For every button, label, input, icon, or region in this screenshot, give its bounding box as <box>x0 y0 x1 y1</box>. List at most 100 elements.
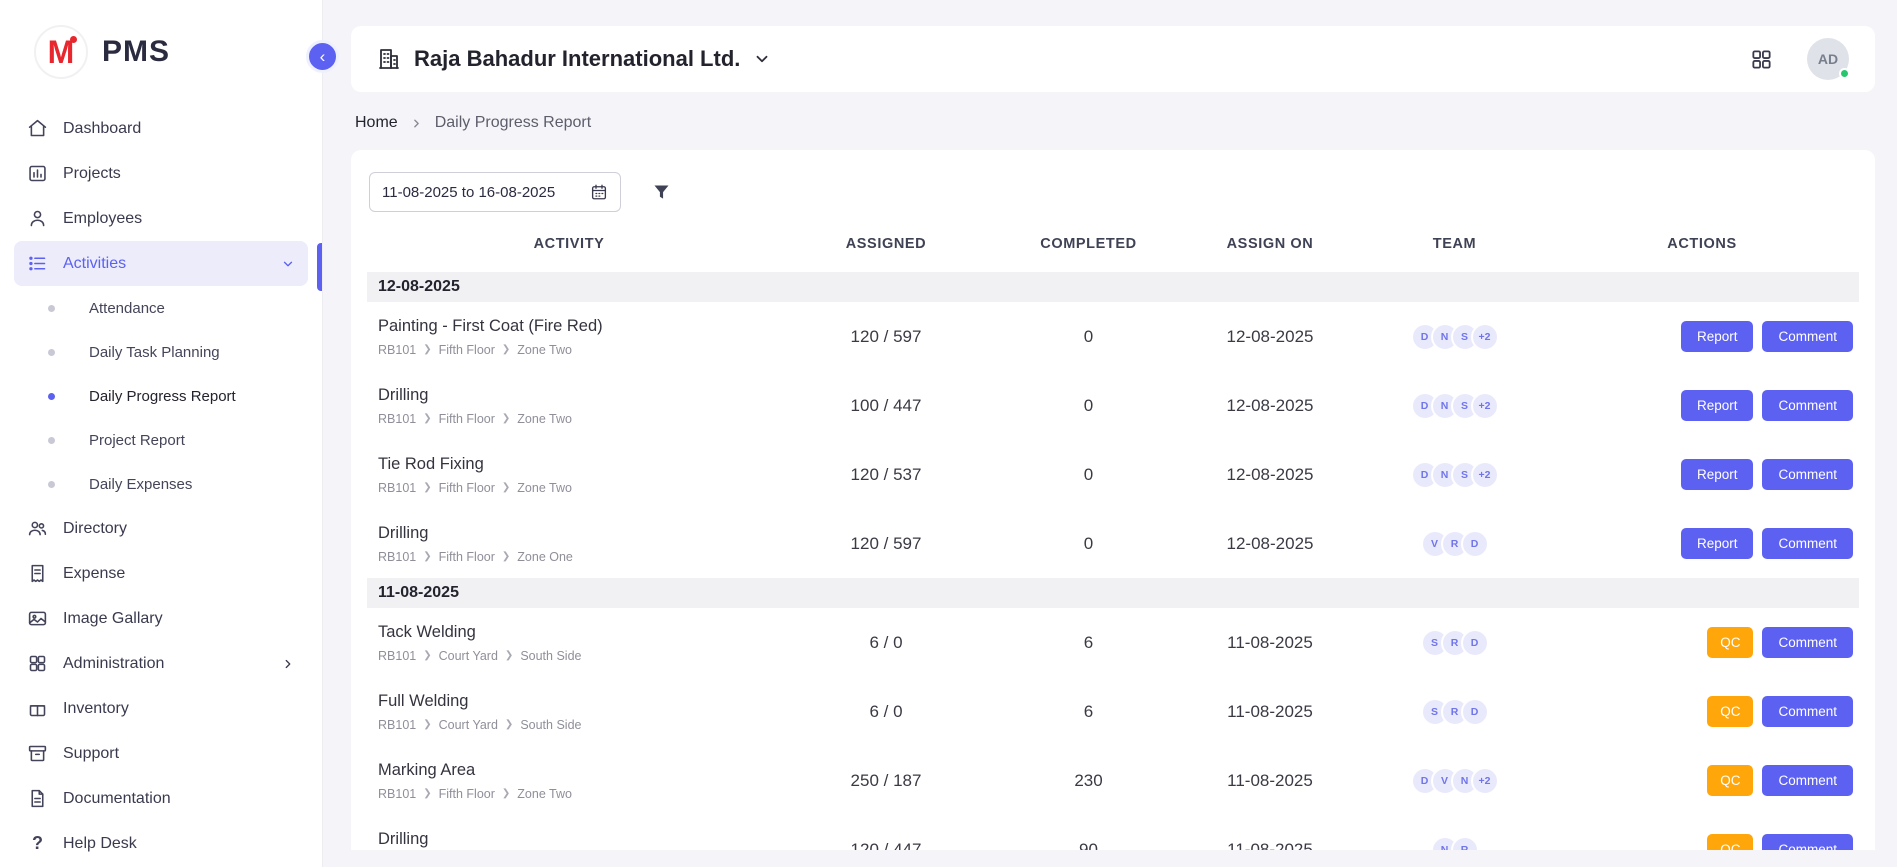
path-separator-icon: ❯ <box>502 788 510 799</box>
activity-path: RB101❯Fifth Floor❯Zone Two <box>378 481 771 495</box>
comment-button[interactable]: Comment <box>1762 390 1853 421</box>
team-avatars: VRD <box>1364 530 1545 558</box>
activity-title: Tack Welding <box>378 623 771 642</box>
qc-button[interactable]: QC <box>1707 627 1753 658</box>
sidebar-item-projects[interactable]: Projects <box>14 151 308 196</box>
row-actions: Report Comment <box>1545 528 1859 559</box>
qc-button[interactable]: QC <box>1707 696 1753 727</box>
activity-path: RB101❯Fifth Floor❯Zone Two <box>378 412 771 426</box>
path-segment: Fifth Floor <box>439 481 495 495</box>
path-segment: RB101 <box>378 481 416 495</box>
sidebar-item-label: Directory <box>63 520 127 538</box>
activity-path: RB101❯Court Yard❯South Side <box>378 718 771 732</box>
report-button[interactable]: Report <box>1681 390 1754 421</box>
sidebar-item-inventory[interactable]: Inventory <box>14 686 308 731</box>
path-separator-icon: ❯ <box>423 788 431 799</box>
sidebar-item-daily-progress-report[interactable]: Daily Progress Report <box>0 374 322 418</box>
row-actions: QC Comment <box>1545 627 1859 658</box>
date-range-value: 11-08-2025 to 16-08-2025 <box>382 184 555 201</box>
assigned-value: 120 / 597 <box>771 327 1001 347</box>
path-segment: Fifth Floor <box>439 550 495 564</box>
sidebar-item-help-desk[interactable]: ? Help Desk <box>14 821 308 866</box>
sidebar-item-label: Support <box>63 745 119 763</box>
sidebar-item-label: Employees <box>63 210 142 228</box>
sidebar-item-support[interactable]: Support <box>14 731 308 776</box>
sidebar-item-expense[interactable]: Expense <box>14 551 308 596</box>
path-segment: RB101 <box>378 649 416 663</box>
path-segment: Court Yard <box>439 718 498 732</box>
qc-button[interactable]: QC <box>1707 834 1753 850</box>
table-row: Drilling RB101❯Fifth Floor❯Zone Two 120 … <box>367 815 1859 850</box>
comment-button[interactable]: Comment <box>1762 627 1853 658</box>
user-avatar[interactable]: AD <box>1807 38 1849 80</box>
assign-on-value: 12-08-2025 <box>1176 327 1364 347</box>
row-actions: Report Comment <box>1545 321 1859 352</box>
column-header-assigned: ASSIGNED <box>771 236 1001 252</box>
report-button[interactable]: Report <box>1681 528 1754 559</box>
report-button[interactable]: Report <box>1681 321 1754 352</box>
path-separator-icon: ❯ <box>502 344 510 355</box>
sidebar-item-administration[interactable]: Administration <box>14 641 308 686</box>
receipt-icon <box>27 563 48 584</box>
assign-on-value: 11-08-2025 <box>1176 702 1364 722</box>
assigned-value: 120 / 597 <box>771 534 1001 554</box>
comment-button[interactable]: Comment <box>1762 321 1853 352</box>
assigned-value: 6 / 0 <box>771 633 1001 653</box>
apps-grid-icon[interactable] <box>1750 48 1773 71</box>
comment-button[interactable]: Comment <box>1762 834 1853 850</box>
chevron-right-icon <box>410 117 423 130</box>
calendar-icon <box>590 183 608 201</box>
comment-button[interactable]: Comment <box>1762 528 1853 559</box>
date-range-input[interactable]: 11-08-2025 to 16-08-2025 <box>369 172 621 212</box>
activity-cell: Drilling RB101❯Fifth Floor❯Zone Two <box>367 386 771 426</box>
qc-button[interactable]: QC <box>1707 765 1753 796</box>
completed-value: 6 <box>1001 702 1176 722</box>
bullet-icon <box>48 305 55 312</box>
logo[interactable]: M PMS <box>0 0 322 100</box>
breadcrumb: Home Daily Progress Report <box>355 114 1875 132</box>
activity-cell: Tie Rod Fixing RB101❯Fifth Floor❯Zone Tw… <box>367 455 771 495</box>
team-more-badge: +2 <box>1471 323 1499 351</box>
activity-cell: Tack Welding RB101❯Court Yard❯South Side <box>367 623 771 663</box>
assigned-value: 100 / 447 <box>771 396 1001 416</box>
path-segment: RB101 <box>378 787 416 801</box>
sidebar-item-image-gallery[interactable]: Image Gallary <box>14 596 308 641</box>
assign-on-value: 12-08-2025 <box>1176 465 1364 485</box>
team-avatars: DNS+2 <box>1364 323 1545 351</box>
report-button[interactable]: Report <box>1681 459 1754 490</box>
row-actions: QC Comment <box>1545 765 1859 796</box>
activity-cell: Full Welding RB101❯Court Yard❯South Side <box>367 692 771 732</box>
people-icon <box>27 518 48 539</box>
sidebar-item-directory[interactable]: Directory <box>14 506 308 551</box>
table-row: Drilling RB101❯Fifth Floor❯Zone Two 100 … <box>367 371 1859 440</box>
activity-title: Marking Area <box>378 761 771 780</box>
sidebar-item-dashboard[interactable]: Dashboard <box>14 106 308 151</box>
activity-cell: Drilling RB101❯Fifth Floor❯Zone One <box>367 524 771 564</box>
box-icon <box>27 698 48 719</box>
path-segment: Court Yard <box>439 649 498 663</box>
sidebar-item-employees[interactable]: Employees <box>14 196 308 241</box>
comment-button[interactable]: Comment <box>1762 765 1853 796</box>
comment-button[interactable]: Comment <box>1762 459 1853 490</box>
sidebar-item-activities[interactable]: Activities <box>14 241 308 286</box>
sidebar-item-label: Administration <box>63 655 164 673</box>
filter-icon[interactable] <box>651 182 672 203</box>
company-selector[interactable]: Raja Bahadur International Ltd. <box>377 46 771 72</box>
sidebar-item-label: Dashboard <box>63 120 141 138</box>
sidebar-item-documentation[interactable]: Documentation <box>14 776 308 821</box>
grid-icon <box>27 653 48 674</box>
sidebar-item-daily-expenses[interactable]: Daily Expenses <box>0 462 322 506</box>
report-card: 11-08-2025 to 16-08-2025 ACTIVITY ASSIGN… <box>351 150 1875 850</box>
sidebar-item-project-report[interactable]: Project Report <box>0 418 322 462</box>
breadcrumb-home-link[interactable]: Home <box>355 114 398 132</box>
assigned-value: 250 / 187 <box>771 771 1001 791</box>
sidebar-item-daily-task-planning[interactable]: Daily Task Planning <box>0 330 322 374</box>
group-date: 11-08-2025 <box>378 584 459 602</box>
comment-button[interactable]: Comment <box>1762 696 1853 727</box>
column-header-activity: ACTIVITY <box>367 236 771 252</box>
sidebar-item-label: Activities <box>63 255 126 273</box>
sidebar-collapse-button[interactable]: ‹ <box>306 40 339 73</box>
sidebar-item-attendance[interactable]: Attendance <box>0 286 322 330</box>
path-segment: Zone Two <box>517 481 572 495</box>
activity-title: Painting - First Coat (Fire Red) <box>378 317 771 336</box>
